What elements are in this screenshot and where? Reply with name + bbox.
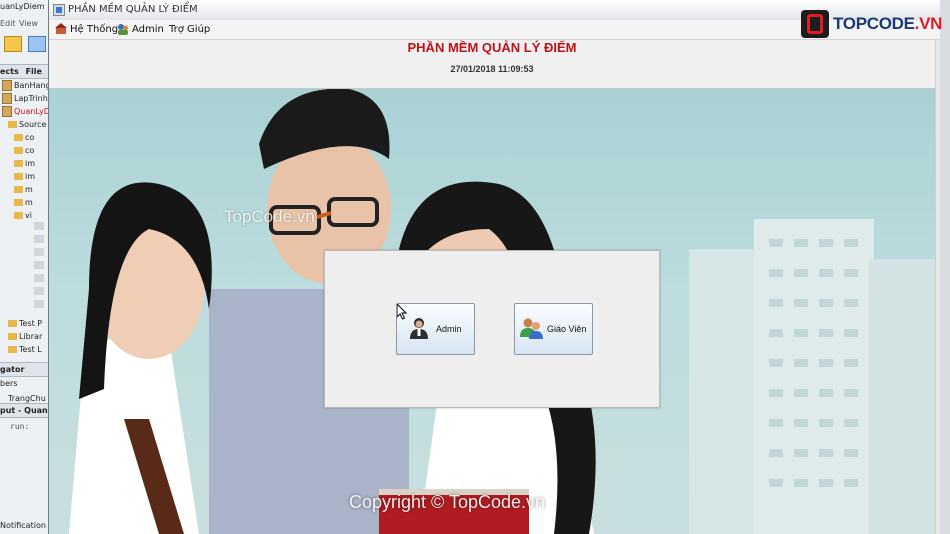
- menu-admin[interactable]: Admin: [117, 22, 164, 37]
- ide-tree-item[interactable]: Test P: [8, 317, 42, 330]
- teacher-button-label: Giáo Viên: [547, 324, 587, 334]
- package-icon: [14, 186, 23, 193]
- ide-menu-view[interactable]: View: [19, 17, 38, 30]
- package-icon: [14, 160, 23, 167]
- ide-output-tab[interactable]: put - QuanL: [0, 403, 48, 418]
- admin-user-icon: [410, 318, 428, 339]
- teacher-group-icon: [520, 318, 543, 339]
- ide-tree-item[interactable]: Librar: [8, 330, 42, 343]
- ide-tree-item[interactable]: m: [14, 183, 33, 196]
- topcode-logo-text: TOPCODE.VN: [833, 14, 943, 33]
- ide-toolbar-new-icon[interactable]: [4, 36, 22, 52]
- ide-tree-item[interactable]: im: [14, 170, 35, 183]
- admin-button-label: Admin: [436, 324, 462, 334]
- menu-he-thong-label: Hệ Thống: [70, 24, 119, 35]
- window-title: PHẦN MỀM QUẢN LÝ ĐIỂM: [68, 4, 198, 15]
- project-icon: [2, 93, 12, 104]
- package-icon: [14, 199, 23, 206]
- background-ide: uanLyDiem Edit View ects File BanHang La…: [0, 0, 49, 534]
- ide-projects-tab[interactable]: ects File: [0, 64, 48, 79]
- package-icon: [14, 173, 23, 180]
- ide-tree-item[interactable]: im: [14, 157, 35, 170]
- folder-icon: [8, 333, 17, 340]
- menu-he-thong[interactable]: Hệ Thống: [55, 22, 118, 37]
- package-icon: [14, 134, 23, 141]
- page-title: PHẦN MỀM QUẢN LÝ ĐIỂM: [407, 40, 577, 55]
- ide-tree-item[interactable]: vi: [14, 209, 32, 222]
- ide-output-line: run:: [10, 422, 30, 431]
- menu-tro-giup[interactable]: Trợ Giúp: [169, 22, 210, 37]
- app-header: PHẦN MỀM QUẢN LÝ ĐIỂM 27/01/2018 11:09:5…: [49, 40, 935, 89]
- app-window: PHẦN MỀM QUẢN LÝ ĐIỂM Hệ Thống Admin Trợ…: [48, 0, 942, 534]
- ide-toolbar-open-icon[interactable]: [28, 36, 46, 52]
- ide-tree-item[interactable]: co: [14, 144, 34, 157]
- ide-navigator-tab[interactable]: gator: [0, 362, 48, 377]
- folder-icon: [8, 121, 17, 128]
- folder-icon: [8, 320, 17, 327]
- project-icon: [2, 80, 12, 91]
- background-photo: TopCode.vn Copyright © TopCode.vn Admin: [49, 89, 935, 534]
- ide-projects-label: ects: [0, 67, 19, 76]
- ide-menu-edit[interactable]: Edit: [0, 17, 16, 30]
- ide-tree-item[interactable]: BanHang: [2, 79, 48, 92]
- admin-button[interactable]: Admin: [396, 303, 475, 355]
- package-icon: [14, 212, 23, 219]
- ide-tree-item[interactable]: QuanLyDi: [2, 105, 48, 118]
- watermark-bottom: Copyright © TopCode.vn: [349, 492, 546, 512]
- ide-tree-item[interactable]: co: [14, 131, 34, 144]
- ide-title: uanLyDiem: [0, 2, 45, 11]
- ide-tree-item[interactable]: LapTrinhM: [2, 92, 48, 105]
- mouse-pointer-icon: [397, 304, 408, 320]
- ide-files-label: File: [25, 67, 42, 76]
- java-app-icon: [53, 4, 65, 16]
- datetime-label: 27/01/2018 11:09:53: [450, 64, 534, 74]
- login-choice-panel: Admin Giáo Viên: [324, 250, 660, 408]
- menu-admin-label: Admin: [132, 24, 164, 35]
- folder-icon: [8, 346, 17, 353]
- ide-tree-item[interactable]: Source: [8, 118, 46, 131]
- admin-menu-icon: [118, 24, 128, 35]
- topcode-logo-icon: [801, 10, 829, 38]
- package-icon: [14, 147, 23, 154]
- topcode-logo: TOPCODE.VN: [801, 10, 942, 39]
- project-icon: [2, 106, 12, 117]
- system-icon: [55, 23, 67, 34]
- desktop-edge: [940, 0, 950, 534]
- ide-file-list: [34, 222, 44, 312]
- ide-tree-item[interactable]: Test L: [8, 343, 42, 356]
- teacher-button[interactable]: Giáo Viên: [514, 303, 593, 355]
- ide-tree-item[interactable]: m: [14, 196, 33, 209]
- ide-members-label: bers: [0, 379, 18, 388]
- ide-notifications[interactable]: Notification: [0, 519, 46, 532]
- watermark-top: TopCode.vn: [224, 207, 315, 226]
